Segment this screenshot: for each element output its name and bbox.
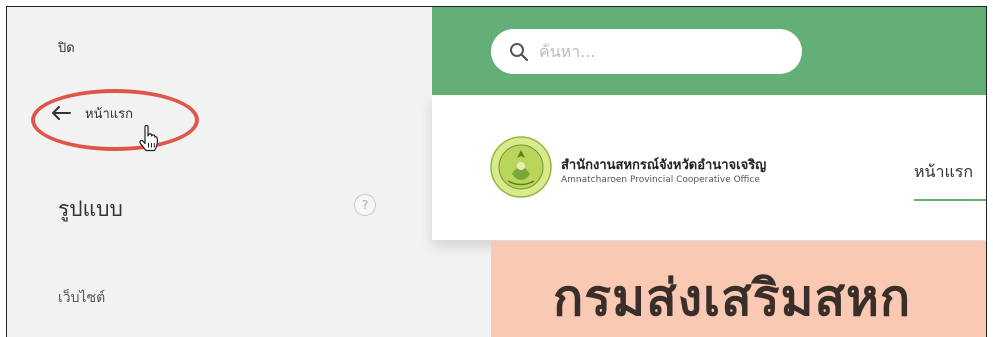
nav-active-underline <box>914 199 986 201</box>
section-title: รูปแบบ <box>58 197 123 221</box>
site-preview: สำนักงานสหกรณ์จังหวัดอำนาจเจริญ Amnatcha… <box>432 7 986 337</box>
org-name-thai: สำนักงานสหกรณ์จังหวัดอำนาจเจริญ <box>561 158 767 173</box>
site-header: สำนักงานสหกรณ์จังหวัดอำนาจเจริญ Amnatcha… <box>432 95 986 240</box>
help-icon[interactable]: ? <box>354 194 376 216</box>
hand-cursor-icon <box>139 125 158 152</box>
search-icon <box>510 42 529 61</box>
search-box[interactable] <box>491 29 802 74</box>
logo[interactable] <box>490 136 552 198</box>
customizer-panel: ปิด หน้าแรก รูปแบบ ? เว็บไซต์ <box>7 7 432 337</box>
top-bar <box>432 7 986 95</box>
search-input[interactable] <box>537 41 781 62</box>
back-home-link[interactable]: หน้าแรก <box>51 101 133 125</box>
banner-headline: กรมส่งเสริมสหก <box>553 269 912 327</box>
nav-home-link[interactable]: หน้าแรก <box>914 160 973 185</box>
customizer-window: ปิด หน้าแรก รูปแบบ ? เว็บไซต์ ค้นหา... ส… <box>6 6 987 337</box>
back-home-label: หน้าแรก <box>85 106 133 122</box>
hero-banner: กรมส่งเสริมสหก <box>491 241 986 337</box>
org-name-english: Amnatcharoen Provincial Cooperative Offi… <box>561 175 760 185</box>
close-button[interactable]: ปิด <box>58 37 75 58</box>
back-arrow-icon <box>52 106 71 120</box>
website-section-label[interactable]: เว็บไซต์ <box>58 287 105 309</box>
